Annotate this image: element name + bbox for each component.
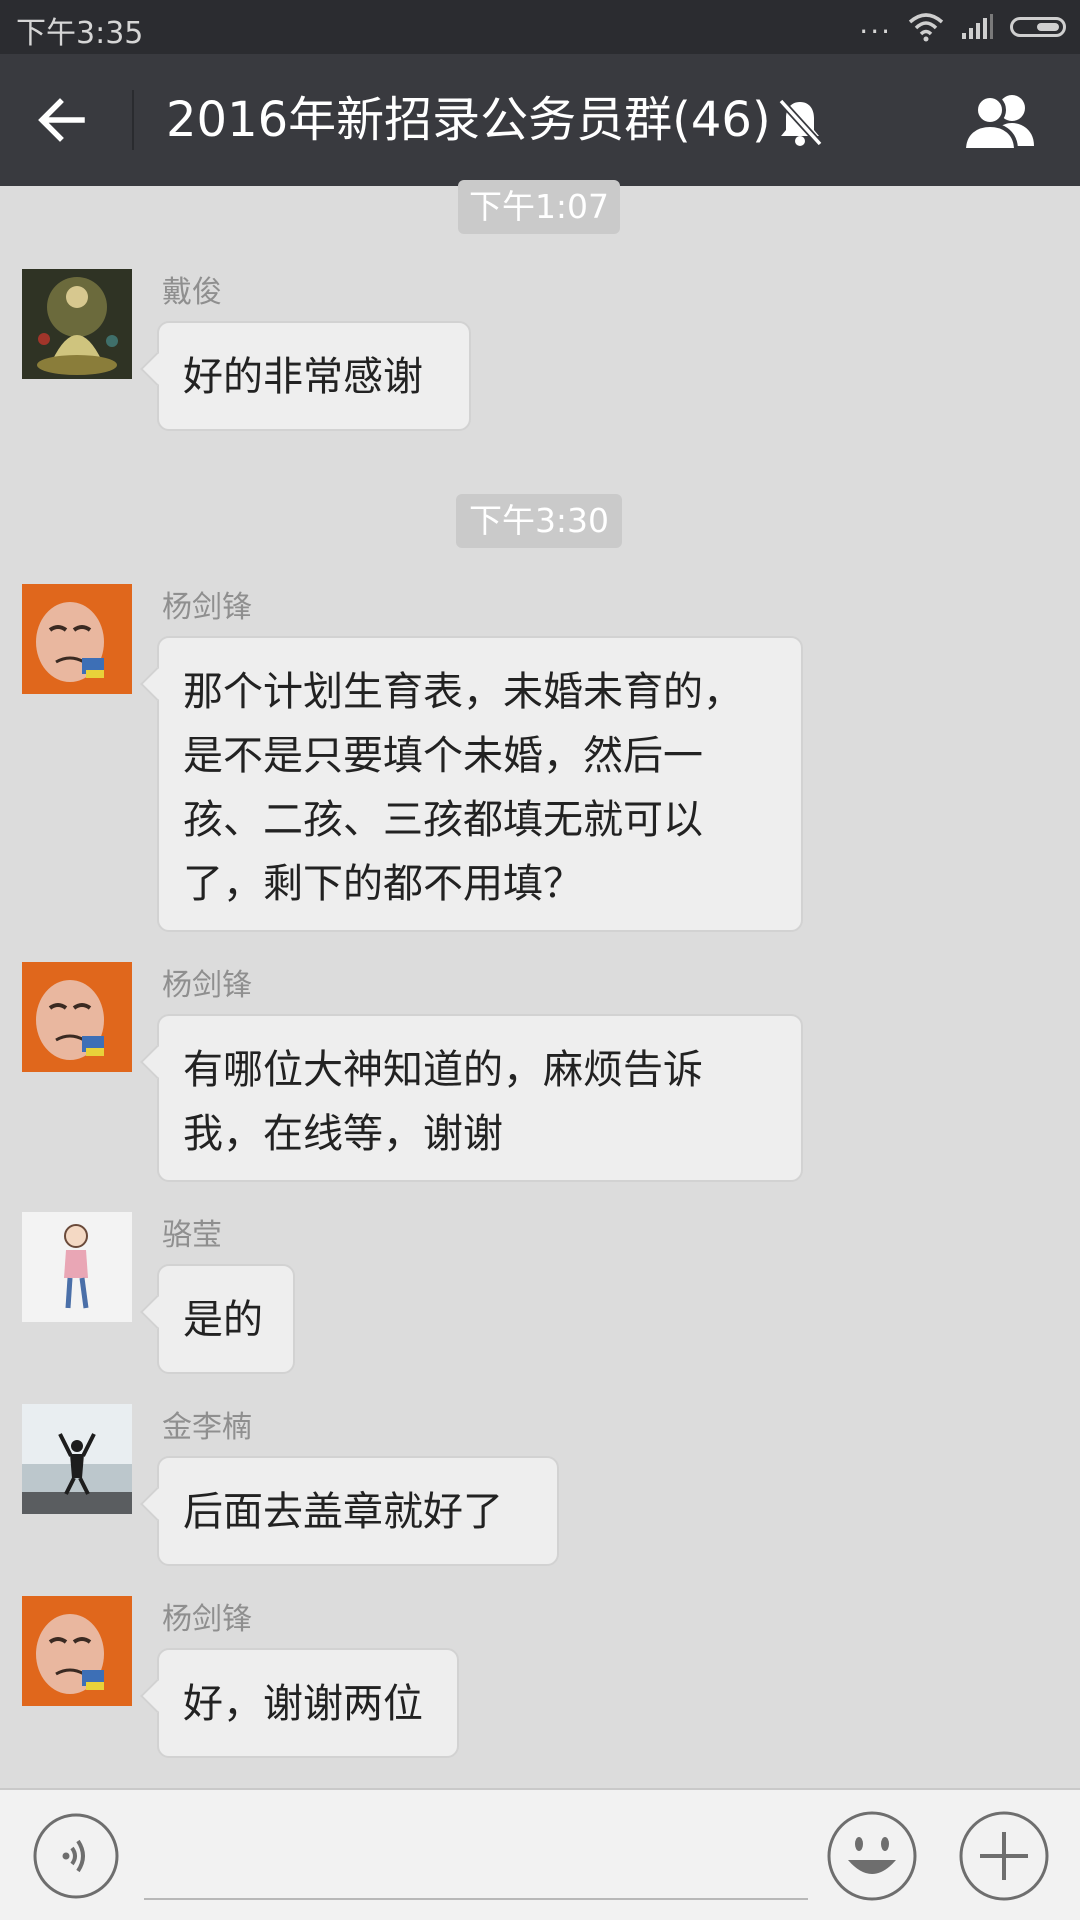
message-item: 金李楠 后面去盖章就好了	[0, 1404, 1080, 1570]
message-text: 是的	[183, 1297, 263, 1343]
message-bubble[interactable]: 是的	[157, 1264, 295, 1374]
avatar[interactable]	[22, 269, 132, 379]
message-input[interactable]	[144, 1820, 808, 1900]
person-jumping-avatar	[22, 1404, 132, 1514]
emoji-button[interactable]	[826, 1810, 918, 1902]
message-text: 好的非常感谢	[183, 354, 423, 400]
sender-name: 骆莹	[162, 1218, 222, 1253]
signal-icon	[962, 14, 993, 39]
voice-button[interactable]	[32, 1812, 120, 1900]
message-item: 杨剑锋 有哪位大神知道的，麻烦告诉 我，在线等，谢谢	[0, 962, 1080, 1188]
title-bar: 2016年新招录公务员群(46)	[0, 54, 1080, 186]
message-item: 杨剑锋 好，谢谢两位	[0, 1596, 1080, 1762]
status-bar: 下午3:35 ...	[0, 0, 1080, 54]
chat-area[interactable]: 下午1:07 戴俊 好的非常感谢 下午3:30 杨剑锋 那个计划生育表，未婚未育…	[0, 180, 1080, 1788]
status-time: 下午3:35	[16, 16, 144, 51]
message-text: 好，谢谢两位	[183, 1681, 423, 1727]
message-bubble[interactable]: 后面去盖章就好了	[157, 1456, 559, 1566]
message-text: 后面去盖章就好了	[183, 1489, 503, 1535]
avatar[interactable]	[22, 1596, 132, 1706]
back-arrow-icon	[38, 98, 85, 142]
thangka-painting-avatar	[22, 269, 132, 379]
cartoon-doll-avatar	[22, 962, 132, 1072]
avatar[interactable]	[22, 1212, 132, 1322]
sender-name: 杨剑锋	[162, 590, 252, 625]
message-bubble[interactable]: 好的非常感谢	[157, 321, 471, 431]
message-text: 有哪位大神知道的，麻烦告诉 我，在线等，谢谢	[183, 1047, 703, 1157]
status-icons: ...	[859, 10, 1066, 44]
cartoon-doll-avatar	[22, 584, 132, 694]
cartoon-girl-avatar	[22, 1212, 132, 1322]
group-chat-title: 2016年新招录公务员群(46)	[166, 92, 771, 148]
battery-icon	[1010, 17, 1066, 37]
mute-bell-icon	[778, 98, 823, 147]
timestamp-pill: 下午1:07	[458, 180, 620, 234]
input-bar	[0, 1788, 1080, 1920]
avatar[interactable]	[22, 962, 132, 1072]
sender-name: 杨剑锋	[162, 1602, 252, 1637]
message-item: 戴俊 好的非常感谢	[0, 269, 1080, 431]
plus-icon	[959, 1811, 1049, 1901]
message-bubble[interactable]: 有哪位大神知道的，麻烦告诉 我，在线等，谢谢	[157, 1014, 803, 1182]
message-item: 杨剑锋 那个计划生育表，未婚未育的， 是不是只要填个未婚，然后一 孩、二孩、三孩…	[0, 584, 1080, 932]
sender-name: 戴俊	[162, 275, 222, 310]
group-members-icon	[961, 94, 1034, 152]
avatar[interactable]	[22, 584, 132, 694]
notification-dots-icon: ...	[859, 7, 892, 40]
message-text: 那个计划生育表，未婚未育的， 是不是只要填个未婚，然后一 孩、二孩、三孩都填无就…	[183, 669, 743, 907]
title-divider	[132, 90, 134, 150]
more-button[interactable]	[958, 1810, 1050, 1902]
voice-icon	[33, 1813, 119, 1899]
cartoon-doll-avatar	[22, 1596, 132, 1706]
message-item: 骆莹 是的	[0, 1212, 1080, 1378]
sender-name: 杨剑锋	[162, 968, 252, 1003]
wifi-icon	[908, 13, 944, 42]
message-bubble[interactable]: 好，谢谢两位	[157, 1648, 459, 1758]
group-info-button[interactable]	[960, 90, 1040, 154]
smiley-icon	[827, 1811, 917, 1901]
timestamp-pill: 下午3:30	[456, 494, 622, 548]
avatar[interactable]	[22, 1404, 132, 1514]
message-bubble[interactable]: 那个计划生育表，未婚未育的， 是不是只要填个未婚，然后一 孩、二孩、三孩都填无就…	[157, 636, 803, 932]
back-button[interactable]	[30, 88, 94, 152]
sender-name: 金李楠	[162, 1410, 252, 1445]
